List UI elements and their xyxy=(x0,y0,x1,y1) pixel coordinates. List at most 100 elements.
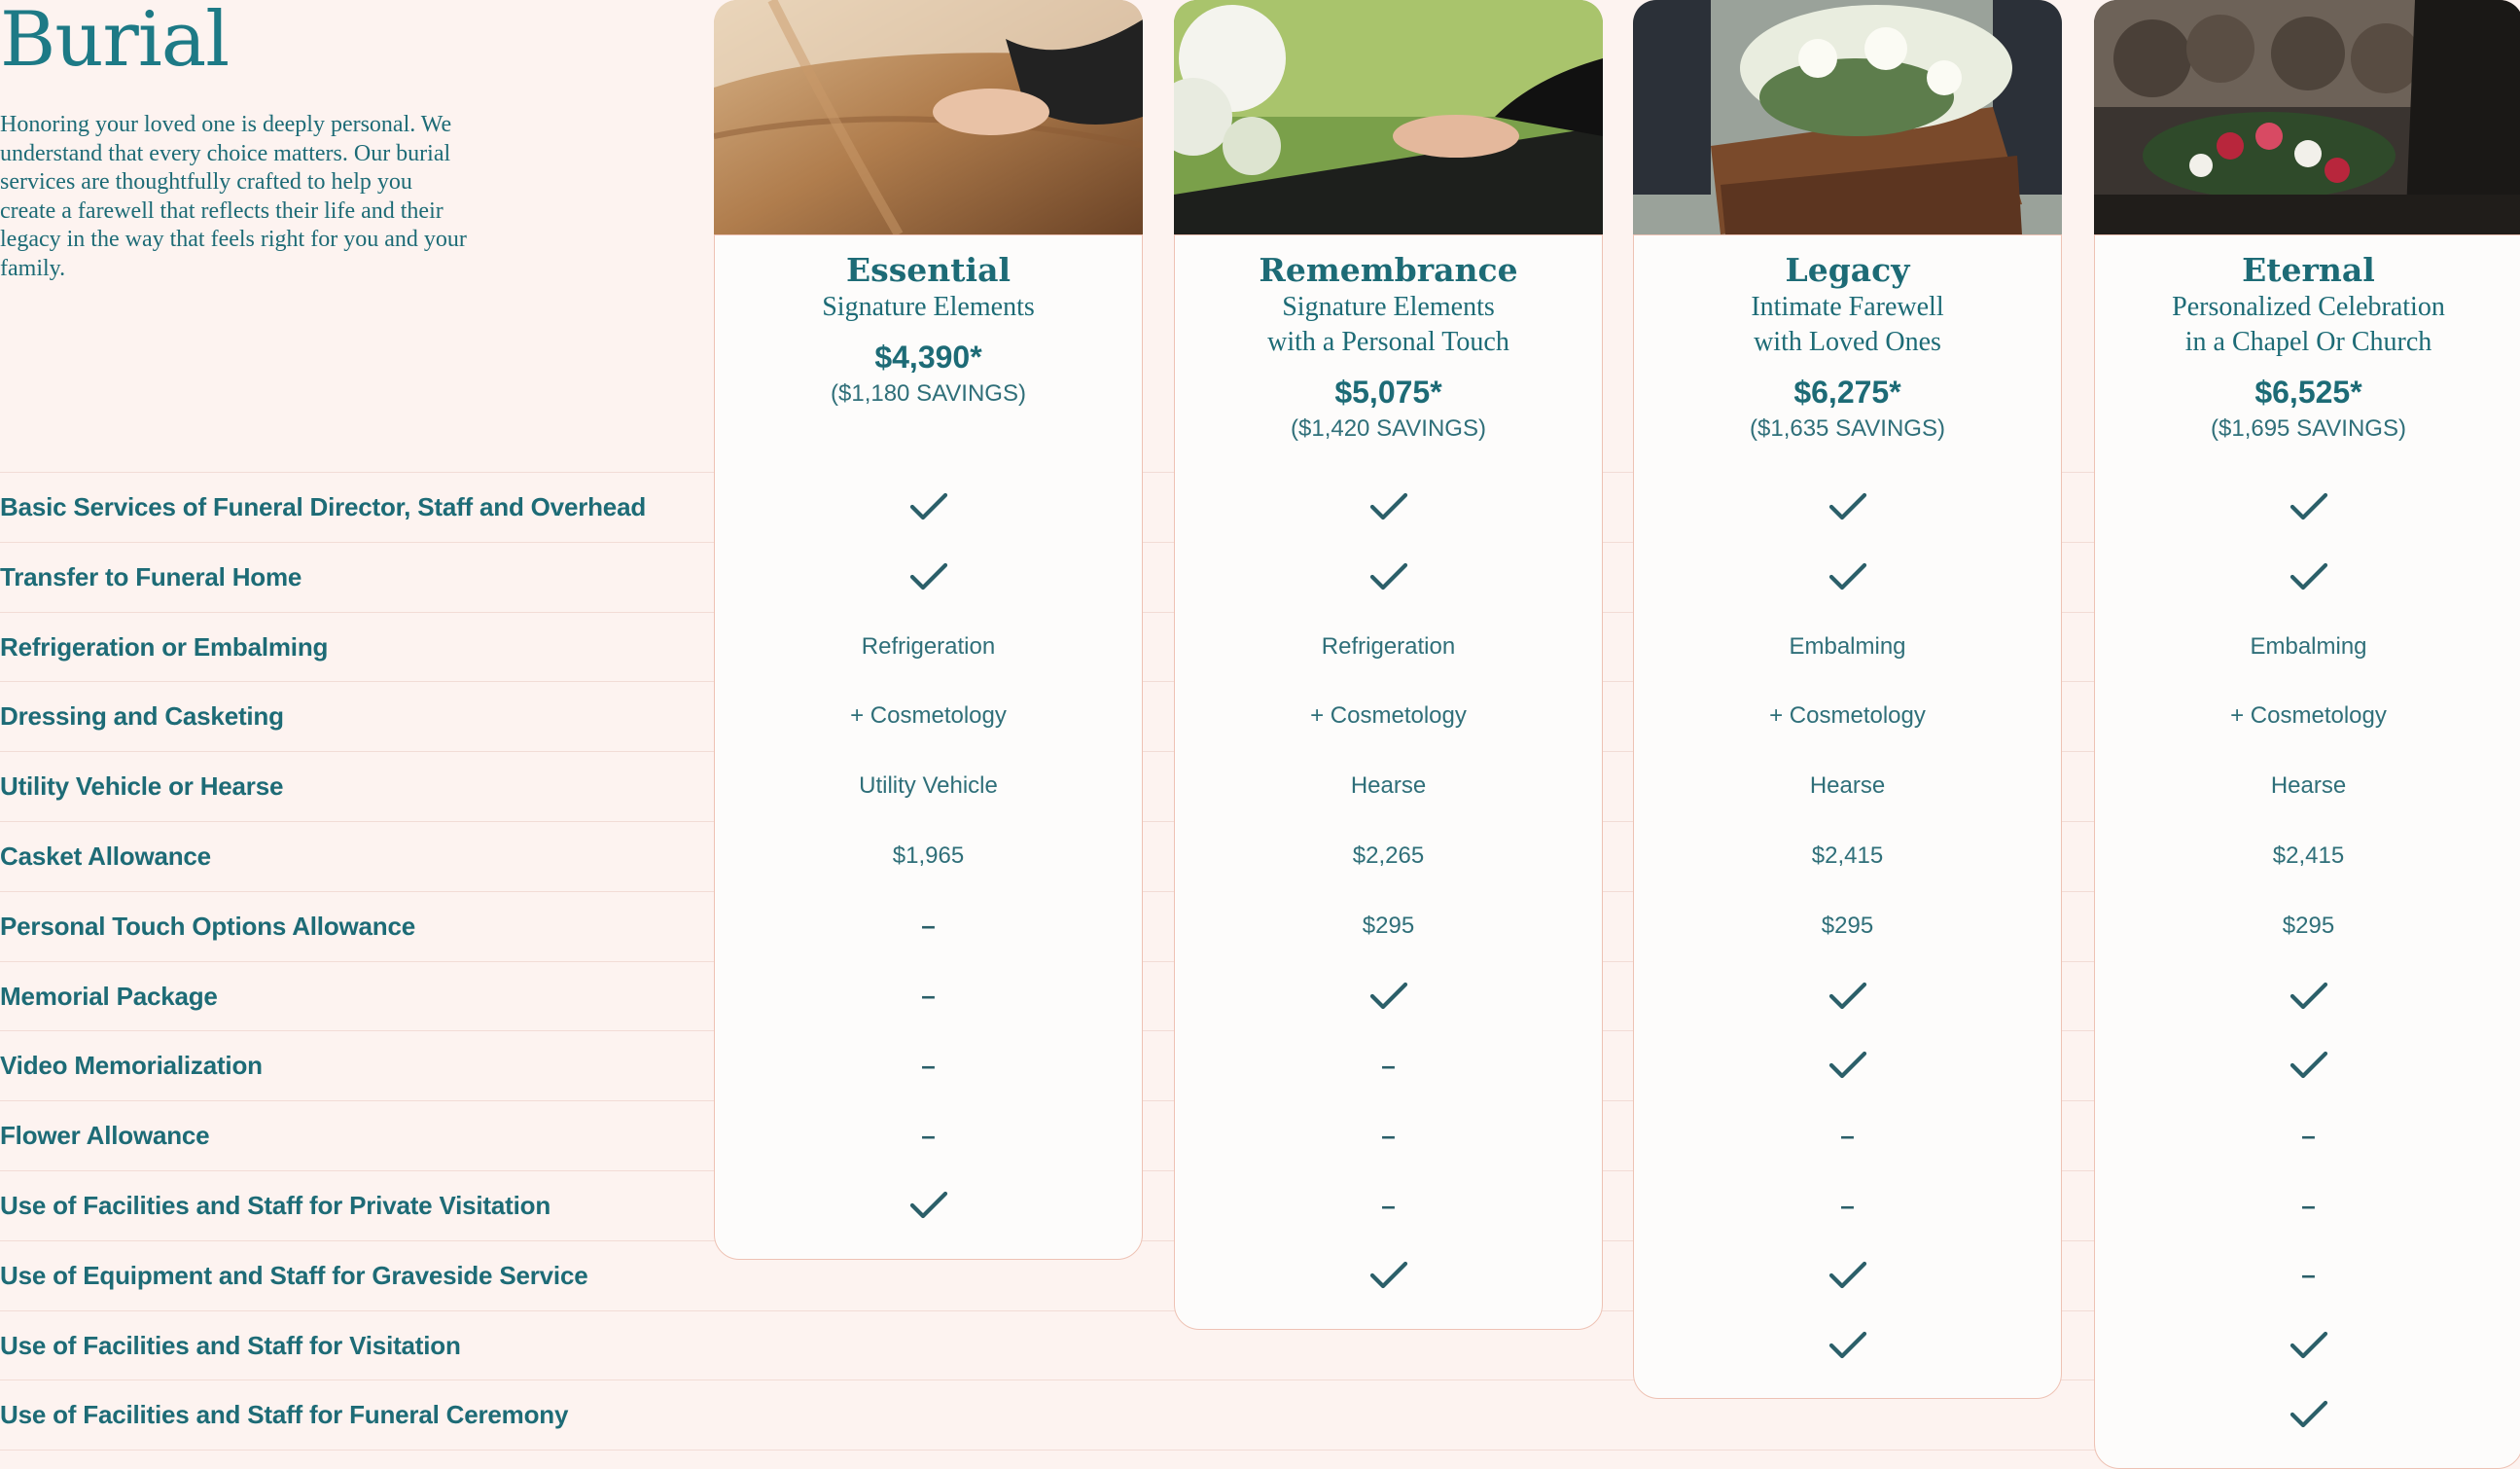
dash-icon: – xyxy=(1381,1050,1396,1080)
check-icon xyxy=(714,542,1143,612)
dash-icon: – xyxy=(1381,1190,1396,1220)
dash-icon: – xyxy=(1840,1120,1855,1150)
check-icon xyxy=(1633,1240,2062,1310)
plan-price: $6,525* xyxy=(2254,375,2362,410)
plan-cell: – xyxy=(2094,1170,2520,1240)
feature-label: Dressing and Casketing xyxy=(0,701,284,732)
dash-icon: – xyxy=(1840,1190,1855,1220)
plan-cell: – xyxy=(714,961,1143,1031)
feature-label: Use of Facilities and Staff for Funeral … xyxy=(0,1400,569,1430)
page-title: Burial xyxy=(0,0,230,84)
feature-label: Transfer to Funeral Home xyxy=(0,561,302,591)
dash-icon: – xyxy=(2301,1260,2316,1290)
feature-label: Use of Facilities and Staff for Visitati… xyxy=(0,1330,461,1360)
plan-name: Eternal xyxy=(2242,251,2375,289)
plan-cell: – xyxy=(714,1030,1143,1100)
plan-subtitle: Personalized Celebration in a Chapel Or … xyxy=(2172,292,2445,357)
check-icon xyxy=(2094,542,2520,612)
plan-cell: Hearse xyxy=(2270,772,2347,800)
plan-cell: Utility Vehicle xyxy=(859,772,998,800)
feature-label: Flower Allowance xyxy=(0,1121,210,1151)
plan-cell: + Cosmetology xyxy=(850,702,1007,730)
dash-icon: – xyxy=(921,981,936,1011)
dash-icon: – xyxy=(2301,1190,2316,1220)
feature-label: Basic Services of Funeral Director, Staf… xyxy=(0,492,647,521)
feature-label: Refrigeration or Embalming xyxy=(0,631,329,662)
dash-icon: – xyxy=(921,911,936,941)
feature-label: Personal Touch Options Allowance xyxy=(0,911,415,941)
check-icon xyxy=(1174,542,1603,612)
plan-cell: $2,415 xyxy=(2272,842,2345,869)
plan-header: Essential Signature Elements $4,390* ($1… xyxy=(714,251,1143,409)
check-icon xyxy=(1174,472,1603,542)
plan-cell: $2,415 xyxy=(1811,842,1884,869)
plan-name: Remembrance xyxy=(1259,251,1518,289)
plan-header: Eternal Personalized Celebration in a Ch… xyxy=(2094,251,2520,444)
feature-label: Memorial Package xyxy=(0,981,218,1011)
plan-cell: $295 xyxy=(1821,912,1874,939)
feature-label: Use of Equipment and Staff for Graveside… xyxy=(0,1260,588,1290)
plan-cell: – xyxy=(2094,1240,2520,1310)
check-icon xyxy=(714,1170,1143,1240)
check-icon xyxy=(1174,961,1603,1031)
check-icon xyxy=(1633,961,2062,1031)
plan-header: Legacy Intimate Farewell with Loved Ones… xyxy=(1633,251,2062,444)
dash-icon: – xyxy=(1381,1120,1396,1150)
plan-cell: Refrigeration xyxy=(1321,632,1456,660)
plan-price: $5,075* xyxy=(1334,375,1442,410)
plan-price: $4,390* xyxy=(874,340,982,375)
plan-cell: – xyxy=(714,1100,1143,1170)
check-icon xyxy=(1633,472,2062,542)
hand-on-casket-photo xyxy=(714,0,1143,234)
plan-savings: ($1,420 SAVINGS) xyxy=(1291,415,1486,442)
check-icon xyxy=(2094,1379,2520,1450)
hand-on-casket-flowers-photo xyxy=(1174,0,1603,234)
plan-cell: $1,965 xyxy=(892,842,965,869)
check-icon xyxy=(714,472,1143,542)
plan-cell: Refrigeration xyxy=(861,632,996,660)
plan-header: Remembrance Signature Elements with a Pe… xyxy=(1174,251,1603,444)
feature-label: Casket Allowance xyxy=(0,842,211,871)
plan-savings: ($1,635 SAVINGS) xyxy=(1750,415,1945,442)
feature-label: Utility Vehicle or Hearse xyxy=(0,771,284,802)
plan-cell: – xyxy=(1633,1170,2062,1240)
plan-cell: – xyxy=(714,891,1143,961)
dash-icon: – xyxy=(921,1120,936,1150)
plan-subtitle: Signature Elements with a Personal Touch xyxy=(1267,292,1509,357)
plan-price: $6,275* xyxy=(1793,375,1901,410)
check-icon xyxy=(2094,1310,2520,1380)
plan-cell: – xyxy=(1174,1170,1603,1240)
feature-label: Video Memorialization xyxy=(0,1051,263,1081)
plan-cell: + Cosmetology xyxy=(2230,702,2387,730)
plan-cell: Hearse xyxy=(1809,772,1886,800)
plan-subtitle: Intimate Farewell with Loved Ones xyxy=(1751,292,1944,357)
casket-with-flowers-photo xyxy=(1633,0,2062,234)
plan-cell: – xyxy=(2094,1100,2520,1170)
plan-savings: ($1,695 SAVINGS) xyxy=(2211,415,2406,442)
plan-subtitle: Signature Elements xyxy=(822,292,1035,322)
plan-cell: – xyxy=(1174,1100,1603,1170)
dash-icon: – xyxy=(2301,1120,2316,1150)
chapel-ceremony-photo xyxy=(2094,0,2520,234)
check-icon xyxy=(1633,1030,2062,1100)
check-icon xyxy=(1633,1310,2062,1380)
plan-cell: – xyxy=(1174,1030,1603,1100)
check-icon xyxy=(2094,961,2520,1031)
plan-cell: – xyxy=(1633,1100,2062,1170)
plan-cell: + Cosmetology xyxy=(1769,702,1926,730)
plan-cell: Hearse xyxy=(1350,772,1427,800)
plan-cell: $295 xyxy=(2282,912,2335,939)
plan-cell: Embalming xyxy=(1789,632,1906,660)
check-icon xyxy=(1633,542,2062,612)
intro-paragraph: Honoring your loved one is deeply person… xyxy=(0,112,467,281)
check-icon xyxy=(1174,1240,1603,1310)
dash-icon: – xyxy=(921,1050,936,1080)
plan-cell: Embalming xyxy=(2250,632,2367,660)
plan-cell: + Cosmetology xyxy=(1310,702,1467,730)
feature-label: Use of Facilities and Staff for Private … xyxy=(0,1191,550,1220)
plan-name: Essential xyxy=(846,251,1011,289)
check-icon xyxy=(2094,472,2520,542)
plan-cell: $2,265 xyxy=(1352,842,1425,869)
plan-savings: ($1,180 SAVINGS) xyxy=(831,380,1026,407)
plan-name: Legacy xyxy=(1785,251,1910,289)
